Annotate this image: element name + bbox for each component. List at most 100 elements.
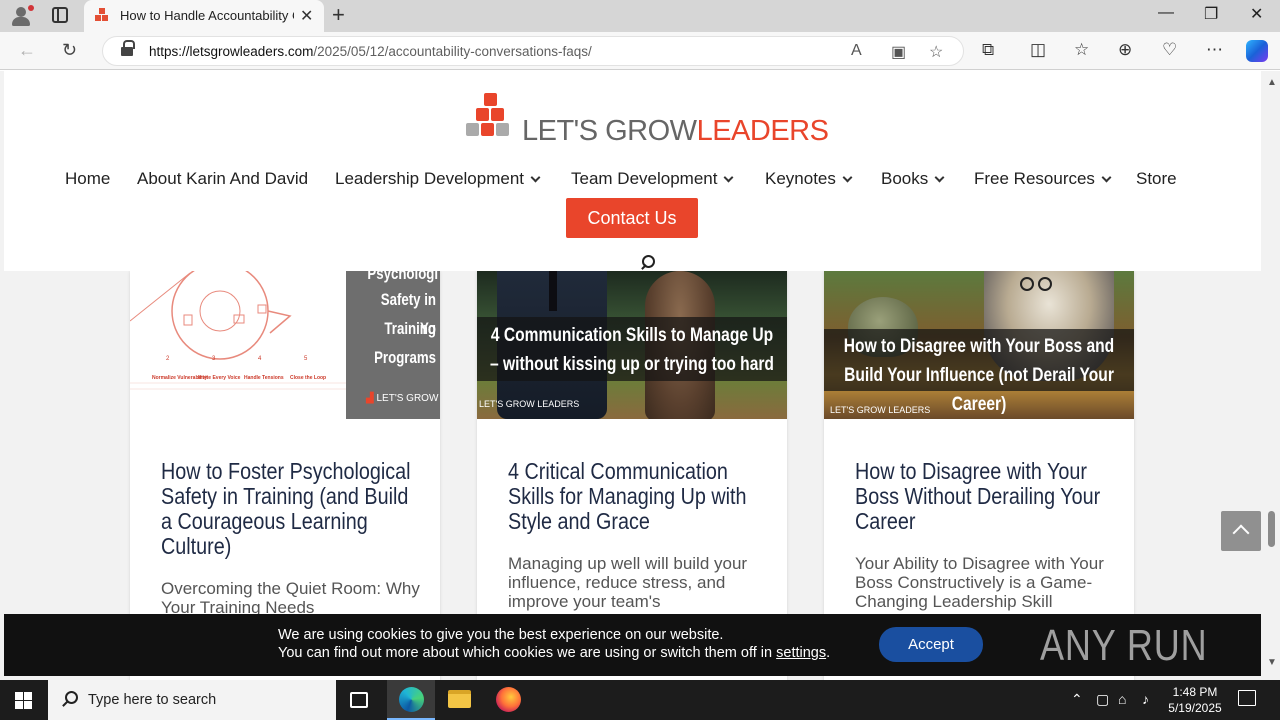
browser-essentials-icon[interactable]: ♡: [1162, 40, 1177, 60]
chevron-down-icon: [724, 172, 734, 183]
nav-item-leadership-development[interactable]: Leadership Development: [335, 169, 541, 189]
scroll-up-icon[interactable]: ▲: [1267, 77, 1277, 88]
logo-block: [466, 123, 479, 136]
contact-us-button[interactable]: Contact Us: [566, 198, 698, 238]
nav-item-store[interactable]: Store: [1136, 169, 1177, 189]
refresh-icon[interactable]: ↻: [62, 40, 77, 61]
search-icon[interactable]: [640, 255, 655, 269]
article-image[interactable]: How to Disagree with Your Boss and Build…: [824, 271, 1134, 419]
nav-item-books[interactable]: Books: [881, 169, 945, 189]
back-icon[interactable]: ←: [18, 40, 36, 61]
article-title[interactable]: How to Foster Psychological Safety in Tr…: [161, 459, 419, 559]
image-title-line: Training: [384, 319, 436, 338]
image-brand-logo: ▟ LET'S GROW LE: [366, 393, 440, 404]
accept-cookies-button[interactable]: Accept: [879, 627, 983, 662]
diagram-label: Handle Tensions: [244, 375, 284, 381]
image-glasses: [1020, 277, 1034, 291]
active-tab[interactable]: How to Handle Accountability Co ✕: [84, 0, 324, 32]
diagram-graphic: 2 3 4 5: [130, 271, 346, 390]
image-glasses: [1038, 277, 1052, 291]
main-navigation: Home About Karin And David Leadership De…: [4, 169, 1261, 193]
taskbar-app-firefox[interactable]: [484, 680, 532, 720]
article-image[interactable]: 2 3 4 5 Normalize Vulnerability Invite E…: [130, 271, 440, 419]
windows-start-icon[interactable]: [15, 692, 32, 709]
minimize-button[interactable]: —: [1158, 4, 1174, 22]
edge-browser-icon: [399, 687, 424, 712]
article-title[interactable]: How to Disagree with Your Boss Without D…: [855, 459, 1113, 534]
svg-text:4: 4: [258, 356, 262, 362]
article-image[interactable]: 4 Communication Skills to Manage Up – wi…: [477, 271, 787, 419]
svg-text:5: 5: [304, 356, 308, 362]
image-title-line: Programs: [374, 348, 436, 367]
new-tab-icon[interactable]: +: [332, 2, 345, 28]
cookie-message-detail: You can find out more about which cookie…: [278, 645, 831, 661]
tray-overflow-chevron-icon[interactable]: ⌃: [1071, 691, 1083, 708]
scrollbar-thumb[interactable]: [1268, 511, 1275, 547]
clock-time: 1:48 PM: [1172, 685, 1218, 699]
settings-more-icon[interactable]: ⋯: [1206, 40, 1223, 60]
taskbar-app-explorer[interactable]: [435, 680, 483, 720]
image-title: 4 Communication Skills to Manage Up – wi…: [490, 325, 774, 375]
close-window-button[interactable]: ✕: [1250, 4, 1263, 24]
scroll-down-icon[interactable]: ▼: [1267, 657, 1277, 668]
site-logo[interactable]: LET'S GROWLEADERS: [462, 93, 829, 149]
cookie-settings-link[interactable]: settings: [776, 645, 826, 661]
article-excerpt: Overcoming the Quiet Room: Why Your Trai…: [161, 579, 420, 617]
logo-block: [481, 123, 494, 136]
tab-close-icon[interactable]: ✕: [300, 6, 313, 26]
taskbar-search-box[interactable]: Type here to search: [48, 680, 336, 720]
article-excerpt: Managing up well will build your influen…: [508, 554, 748, 611]
lock-icon[interactable]: [121, 40, 135, 57]
image-brand-logo: LET'S GROW LEADERS: [479, 399, 580, 409]
profile-avatar-icon[interactable]: [10, 5, 34, 27]
notifications-icon[interactable]: [1238, 690, 1256, 706]
nav-item-about[interactable]: About Karin And David: [137, 169, 308, 189]
tab-title: How to Handle Accountability Co: [120, 8, 294, 23]
chevron-down-icon: [530, 172, 541, 183]
url-text[interactable]: https://letsgrowleaders.com/2025/05/12/a…: [149, 44, 592, 59]
logo-block: [476, 108, 489, 121]
site-favicon-icon: [94, 8, 110, 24]
browser-tab-bar: How to Handle Accountability Co ✕ + — ❐ …: [0, 0, 1280, 32]
favorites-icon[interactable]: ☆: [1074, 40, 1089, 60]
taskbar-search-placeholder: Type here to search: [88, 692, 217, 708]
device-icon[interactable]: ▢: [1096, 691, 1109, 708]
nav-item-keynotes[interactable]: Keynotes: [765, 169, 853, 189]
back-to-top-button[interactable]: [1221, 511, 1261, 551]
taskbar-clock[interactable]: 1:48 PM 5/19/2025: [1158, 684, 1232, 716]
nav-item-free-resources[interactable]: Free Resources: [974, 169, 1112, 189]
page-viewport: 2 3 4 5 Normalize Vulnerability Invite E…: [0, 71, 1280, 680]
page-scrollbar[interactable]: ▲ ▼: [1262, 71, 1280, 680]
logo-block: [496, 123, 509, 136]
copilot-icon[interactable]: [1246, 40, 1268, 62]
anyrun-watermark: ANY RUN: [1040, 621, 1208, 670]
logo-block: [484, 93, 497, 106]
volume-icon[interactable]: ♪: [1142, 691, 1149, 707]
restore-button[interactable]: ❐: [1204, 4, 1218, 24]
tab-actions-icon[interactable]: [52, 7, 68, 23]
nav-item-team-development[interactable]: Team Development: [571, 169, 734, 189]
favorite-star-icon[interactable]: ☆: [929, 42, 943, 62]
logo-wordmark: LET'S GROWLEADERS: [522, 115, 829, 147]
cookie-banner: We are using cookies to give you the bes…: [4, 614, 1261, 676]
task-view-icon[interactable]: [350, 692, 368, 708]
search-icon: [62, 691, 78, 705]
network-icon[interactable]: ⌂: [1118, 691, 1126, 707]
nav-item-home[interactable]: Home: [65, 169, 110, 189]
immersive-reader-icon[interactable]: ▣: [891, 42, 906, 62]
split-screen-icon[interactable]: ◫: [1030, 40, 1046, 60]
diagram-label: Invite Every Voice: [198, 375, 241, 381]
chevron-down-icon: [934, 172, 945, 183]
clock-date: 5/19/2025: [1168, 701, 1222, 715]
article-title[interactable]: 4 Critical Communication Skills for Mana…: [508, 459, 766, 534]
firefox-icon: [496, 687, 521, 712]
windows-taskbar: Type here to search ⌃ ▢ ⌂ ♪ 1:48 PM 5/19…: [0, 680, 1280, 720]
image-brand-logo: LET'S GROW LEADERS: [830, 405, 931, 415]
chevron-down-icon: [842, 172, 853, 183]
extensions-icon[interactable]: ⧉: [982, 40, 994, 60]
chevron-down-icon: [1101, 172, 1112, 183]
collections-icon[interactable]: ⊕: [1118, 40, 1132, 60]
url-field[interactable]: https://letsgrowleaders.com/2025/05/12/a…: [102, 36, 964, 66]
read-aloud-icon[interactable]: A: [851, 42, 862, 60]
taskbar-app-edge[interactable]: [387, 680, 435, 720]
